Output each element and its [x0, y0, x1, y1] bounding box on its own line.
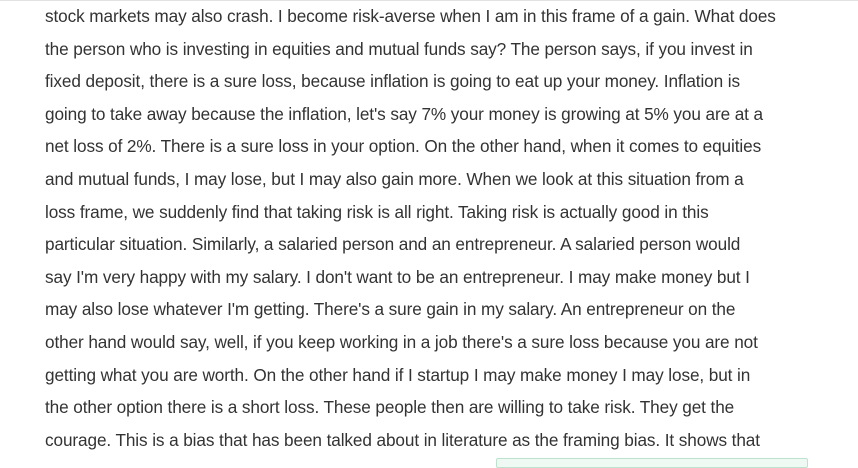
transcript-line: going to take away because the inflation… — [45, 103, 763, 124]
transcript-line: and mutual funds, I may lose, but I may … — [45, 168, 744, 189]
highlight-box — [496, 458, 808, 468]
transcript-line: particular situation. Similarly, a salar… — [45, 234, 741, 255]
transcript-line: courage. This is a bias that has been ta… — [45, 429, 760, 450]
transcript-line: say I'm very happy with my salary. I don… — [45, 266, 750, 287]
transcript-line: the other option there is a short loss. … — [45, 397, 735, 418]
transcript-text: stock markets may also crash. I become r… — [45, 0, 845, 456]
transcript-line: may also lose whatever I'm getting. Ther… — [45, 299, 736, 320]
transcript-line: fixed deposit, there is a sure loss, bec… — [45, 71, 740, 92]
transcript-line: getting what you are worth. On the other… — [45, 364, 751, 385]
transcript-line: other hand would say, well, if you keep … — [45, 331, 758, 352]
transcript-line: net loss of 2%. There is a sure loss in … — [45, 136, 762, 157]
transcript-line: stock markets may also crash. I become r… — [45, 6, 776, 26]
transcript-line: the person who is investing in equities … — [45, 38, 753, 59]
transcript-line: loss frame, we suddenly find that taking… — [45, 201, 709, 222]
